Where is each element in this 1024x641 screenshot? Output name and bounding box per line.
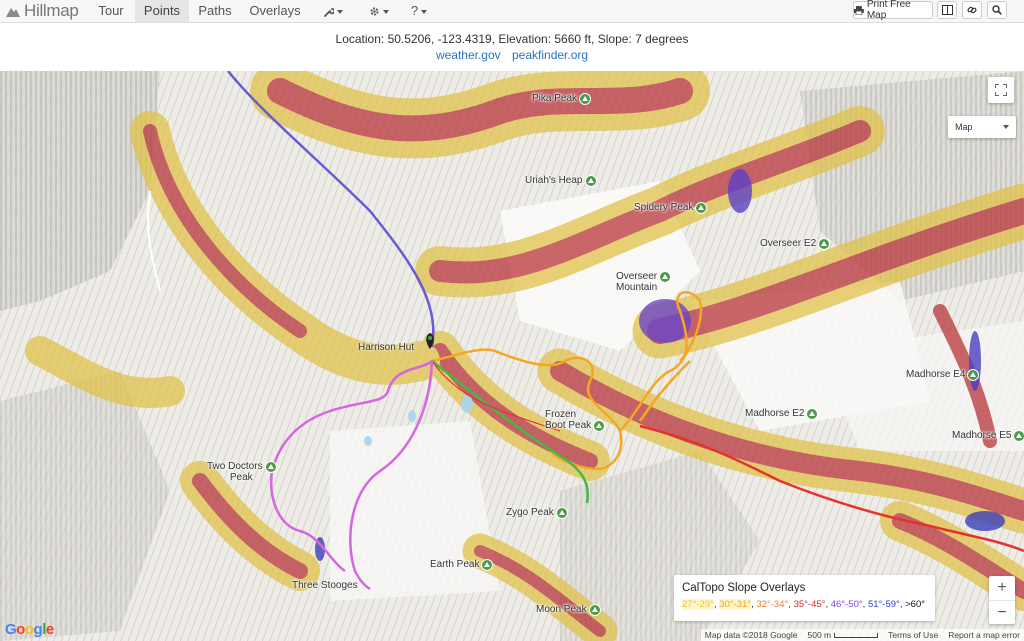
peak-icon xyxy=(819,238,830,249)
peak-icon xyxy=(482,559,493,570)
google-logo: Google xyxy=(5,621,54,638)
hut-label: Harrison Hut xyxy=(358,342,415,353)
brand-name: Hillmap xyxy=(24,1,79,20)
wrench-icon xyxy=(323,7,335,17)
peak-label[interactable]: Frozen Boot Peak xyxy=(545,409,605,431)
map-canvas[interactable]: Pika Peak Uriah's Heap Spidery Peak Over… xyxy=(0,71,1024,641)
tools-menu[interactable] xyxy=(316,0,350,22)
peak-icon xyxy=(968,369,979,380)
peak-icon xyxy=(589,604,600,615)
zoom-in-button[interactable]: + xyxy=(989,576,1015,601)
print-free-map-button[interactable]: Print Free Map xyxy=(853,0,933,21)
scale-bar: 500 m xyxy=(807,630,879,640)
peak-icon xyxy=(594,420,605,431)
peakfinder-link[interactable]: peakfinder.org xyxy=(512,48,588,62)
help-label: ? xyxy=(410,3,419,18)
map-attribution: Map data ©2018 Google 500 m Terms of Use… xyxy=(700,629,1024,641)
terrain-layer xyxy=(0,71,1024,641)
top-nav: Hillmap Tour Points Paths Overlays ? Pri… xyxy=(0,0,1024,23)
nav-paths[interactable]: Paths xyxy=(190,0,240,22)
gear-icon xyxy=(370,7,379,16)
map-data-credit: Map data ©2018 Google xyxy=(704,630,798,640)
report-error-link[interactable]: Report a map error xyxy=(948,630,1020,640)
zoom-control: + − xyxy=(989,576,1015,624)
hillmap-logo-icon xyxy=(6,8,20,17)
peak-label[interactable]: Three Stooges xyxy=(292,580,358,591)
zoom-out-button[interactable]: − xyxy=(989,601,1015,625)
peak-label[interactable]: Madhorse E4 xyxy=(906,369,979,380)
legend-range: 46°-50° xyxy=(830,599,863,610)
chevron-down-icon xyxy=(336,9,343,14)
search-button[interactable] xyxy=(987,1,1007,19)
nav-points[interactable]: Points xyxy=(135,0,189,22)
peak-label[interactable]: Overseer E2 xyxy=(760,238,830,249)
peak-label[interactable]: Two Doctors Peak xyxy=(207,461,276,483)
peak-label[interactable]: Overseer Mountain xyxy=(616,271,671,293)
peak-label[interactable]: Zygo Peak xyxy=(506,507,567,518)
nav-overlays[interactable]: Overlays xyxy=(243,0,307,22)
map-type-select[interactable]: Map xyxy=(948,116,1016,138)
columns-icon xyxy=(941,5,953,15)
brand[interactable]: Hillmap xyxy=(6,1,79,21)
terms-link[interactable]: Terms of Use xyxy=(888,630,938,640)
search-icon xyxy=(992,5,1002,15)
legend-title: CalTopo Slope Overlays xyxy=(682,582,806,594)
legend-ranges: 27°-29°, 30°-31°, 32°-34°, 35°-45°, 46°-… xyxy=(682,599,926,610)
split-view-button[interactable] xyxy=(937,1,957,19)
print-label: Print Free Map xyxy=(866,0,911,21)
link-icon xyxy=(967,6,977,14)
peak-label[interactable]: Pika Peak xyxy=(532,93,591,104)
peak-label[interactable]: Madhorse E5 xyxy=(952,430,1024,441)
legend-range: 30°-31° xyxy=(719,599,752,610)
fullscreen-icon xyxy=(995,84,1007,96)
point-info: Location: 50.5206, -123.4319, Elevation:… xyxy=(335,32,689,46)
link-button[interactable] xyxy=(962,1,982,19)
peak-icon xyxy=(556,507,567,518)
peak-icon xyxy=(807,408,818,419)
chevron-down-icon xyxy=(383,9,389,14)
help-menu[interactable]: ? xyxy=(406,0,432,22)
peak-label[interactable]: Moon Peak xyxy=(536,604,600,615)
peak-label[interactable]: Uriah's Heap xyxy=(525,175,596,186)
nav-tour[interactable]: Tour xyxy=(88,0,134,22)
peak-label[interactable]: Earth Peak xyxy=(430,559,493,570)
legend-range: 32°-34° xyxy=(756,599,789,610)
scale-bar-line xyxy=(834,632,879,638)
info-links: weather.gov peakfinder.org xyxy=(0,48,1024,62)
map-type-value: Map xyxy=(955,122,973,132)
printer-icon xyxy=(854,5,864,15)
legend-range: 35°-45° xyxy=(793,599,826,610)
legend-range: >60° xyxy=(905,599,926,610)
legend-range: 51°-59° xyxy=(867,599,900,610)
legend-range: 27°-29° xyxy=(682,599,714,610)
peak-icon xyxy=(265,461,276,472)
peak-label[interactable]: Madhorse E2 xyxy=(745,408,818,419)
slope-legend: CalTopo Slope Overlays 27°-29°, 30°-31°,… xyxy=(674,575,935,621)
peak-label[interactable]: Spidery Peak xyxy=(634,202,707,213)
chevron-down-icon xyxy=(421,9,428,14)
chevron-down-icon xyxy=(1003,125,1009,129)
settings-menu[interactable] xyxy=(362,0,396,22)
peak-icon xyxy=(580,93,591,104)
peak-icon xyxy=(1014,430,1024,441)
weather-gov-link[interactable]: weather.gov xyxy=(436,48,501,62)
fullscreen-button[interactable] xyxy=(988,77,1014,103)
peak-icon xyxy=(660,271,671,282)
peak-icon xyxy=(585,175,596,186)
scale-label: 500 m xyxy=(807,630,832,640)
peak-icon xyxy=(696,202,707,213)
